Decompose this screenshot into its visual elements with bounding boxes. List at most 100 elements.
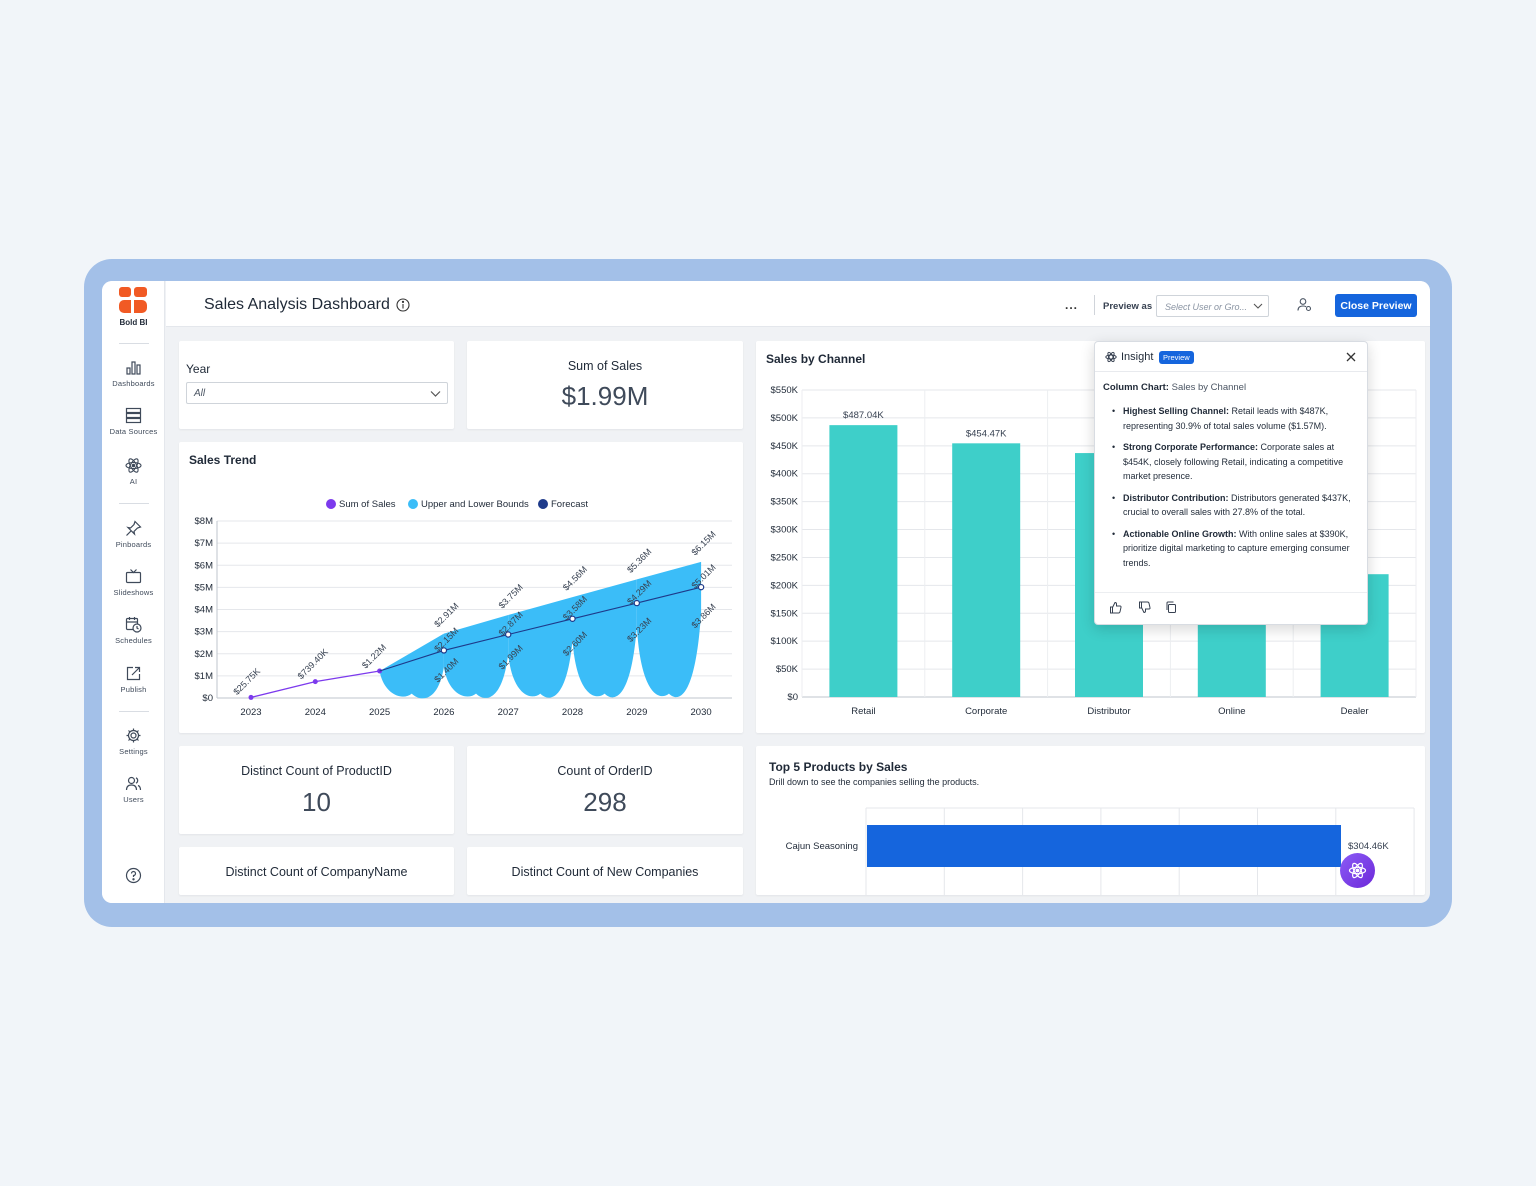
y-tick-label: $200K <box>771 580 799 591</box>
upper-bound-label: $3.75M <box>497 582 525 610</box>
kpi-distinct-companyname: Distinct Count of CompanyName <box>179 847 454 895</box>
y-tick-label: $1M <box>195 671 214 682</box>
y-tick-label: $400K <box>771 469 799 480</box>
insight-panel: Insight Preview Column Chart: Sales by C… <box>1094 341 1368 625</box>
top-products-chart: Cajun Seasoning $304.46K <box>786 807 1415 895</box>
y-tick-label: $550K <box>771 385 799 396</box>
sales-trend-widget: Sales Trend Sum of Sales Upper and Lower … <box>179 442 743 733</box>
year-dropdown-value: All <box>194 388 206 399</box>
kpi-sum-of-sales: Sum of Sales $1.99M <box>467 341 743 429</box>
y-tick-label: $4M <box>195 605 214 616</box>
insight-divider <box>1095 371 1367 372</box>
sidebar-item-label: Settings <box>119 747 148 756</box>
sidebar-item-schedules[interactable]: Schedules <box>102 616 165 645</box>
sidebar-item-publish[interactable]: Publish <box>102 665 165 694</box>
product-bar <box>867 825 1341 867</box>
more-options-icon[interactable]: ... <box>1065 299 1078 311</box>
insight-subtitle: Column Chart: Sales by Channel <box>1103 382 1246 393</box>
kpi-label: Distinct Count of New Companies <box>511 865 699 879</box>
insight-footer-divider <box>1095 592 1367 593</box>
insight-points: Highest Selling Channel: Retail leads wi… <box>1112 404 1358 577</box>
sidebar-divider <box>119 343 149 344</box>
sidebar-item-label: Dashboards <box>112 379 155 388</box>
sidebar-item-ai[interactable]: AI <box>102 457 165 486</box>
sidebar-item-slideshows[interactable]: Slideshows <box>102 568 165 597</box>
sidebar-item-label: Slideshows <box>113 588 154 597</box>
x-tick-label: Online <box>1218 706 1245 717</box>
year-dropdown[interactable]: All <box>186 382 448 404</box>
bold-bi-logo <box>119 287 147 313</box>
y-tick-label: $250K <box>771 552 799 563</box>
sidebar-item-users[interactable]: Users <box>102 775 165 804</box>
kpi-label: Sum of Sales <box>567 359 643 373</box>
preview-user-select[interactable]: Select User or Gro... <box>1156 295 1269 317</box>
user-settings-icon[interactable] <box>1297 297 1312 312</box>
tv-icon <box>125 569 142 584</box>
y-tick-label: $5M <box>195 582 214 593</box>
x-tick-label: 2030 <box>691 707 712 718</box>
info-icon[interactable] <box>396 298 410 312</box>
copy-icon[interactable] <box>1165 601 1178 614</box>
sidebar-item-dashboards[interactable]: Dashboards <box>102 359 165 388</box>
header-divider <box>1094 295 1095 315</box>
insight-title: Insight <box>1121 351 1154 363</box>
sidebar-item-data-sources[interactable]: Data Sources <box>102 407 165 436</box>
bar-data-label: $487.04K <box>843 410 884 421</box>
sidebar-divider <box>119 711 149 712</box>
users-icon <box>125 776 142 791</box>
sidebar-item-pinboards[interactable]: Pinboards <box>102 520 165 549</box>
y-tick-label: $450K <box>771 441 799 452</box>
y-tick-label: $150K <box>771 608 799 619</box>
x-tick-label: Corporate <box>965 706 1007 717</box>
thumbs-down-icon[interactable] <box>1138 601 1151 614</box>
x-tick-label: 2024 <box>305 707 326 718</box>
y-tick-label: $7M <box>195 538 214 549</box>
legend-label: Sum of Sales <box>339 499 396 510</box>
legend-marker <box>408 499 418 509</box>
y-tick-label: $8M <box>195 516 214 527</box>
x-tick-label: 2025 <box>369 707 390 718</box>
chevron-down-icon <box>1253 303 1263 309</box>
help-button[interactable] <box>102 867 165 884</box>
insight-point: Highest Selling Channel: Retail leads wi… <box>1112 404 1358 433</box>
kpi-label: Distinct Count of CompanyName <box>225 865 408 879</box>
sidebar-item-label: AI <box>129 477 138 486</box>
sum-of-sales-label: $1.22M <box>360 642 388 670</box>
top-header: Sales Analysis Dashboard ... Preview as … <box>166 281 1430 327</box>
y-tick-label: $6M <box>195 560 214 571</box>
y-tick-label: $350K <box>771 497 799 508</box>
x-tick-label: 2023 <box>240 707 261 718</box>
gear-icon <box>126 728 141 743</box>
y-tick-label: $0 <box>787 692 798 703</box>
x-tick-label: Distributor <box>1087 706 1130 717</box>
insight-point-heading: Distributor Contribution: <box>1123 492 1229 503</box>
sidebar-item-label: Users <box>123 795 144 804</box>
chart-bar-icon <box>126 361 141 375</box>
x-tick-label: Dealer <box>1341 706 1369 717</box>
sidebar-item-label: Schedules <box>115 636 152 645</box>
kpi-label: Distinct Count of ProductID <box>241 764 392 778</box>
x-tick-label: 2027 <box>498 707 519 718</box>
calendar-clock-icon <box>125 617 142 633</box>
close-preview-button[interactable]: Close Preview <box>1335 294 1417 317</box>
y-tick-label: $50K <box>776 664 799 675</box>
kpi-value: $1.99M <box>561 381 649 411</box>
y-tick-label: $300K <box>771 525 799 536</box>
sum-of-sales-line <box>250 670 380 699</box>
sidebar-item-label: Publish <box>120 685 147 694</box>
app-window: Bold BI Dashboards Data Sources AI Pinbo… <box>102 281 1430 903</box>
pin-icon <box>126 520 142 536</box>
year-filter-widget: Year All <box>179 341 454 429</box>
close-icon[interactable] <box>1345 351 1357 363</box>
preview-user-placeholder: Select User or Gro... <box>1165 302 1248 312</box>
thumbs-up-icon[interactable] <box>1109 601 1122 614</box>
sidebar-item-label: Pinboards <box>115 540 152 549</box>
bounds-area <box>379 633 444 699</box>
x-tick-label: Retail <box>851 706 875 717</box>
insight-subtitle-chart: Sales by Channel <box>1171 382 1247 393</box>
sales-trend-chart: Sum of Sales Upper and Lower Bounds Foreca… <box>195 499 732 718</box>
ai-assistant-button[interactable] <box>1340 853 1375 888</box>
sidebar-item-settings[interactable]: Settings <box>102 727 165 756</box>
insight-point-heading: Actionable Online Growth: <box>1123 528 1237 539</box>
upper-bound-label: $4.56M <box>561 564 589 592</box>
